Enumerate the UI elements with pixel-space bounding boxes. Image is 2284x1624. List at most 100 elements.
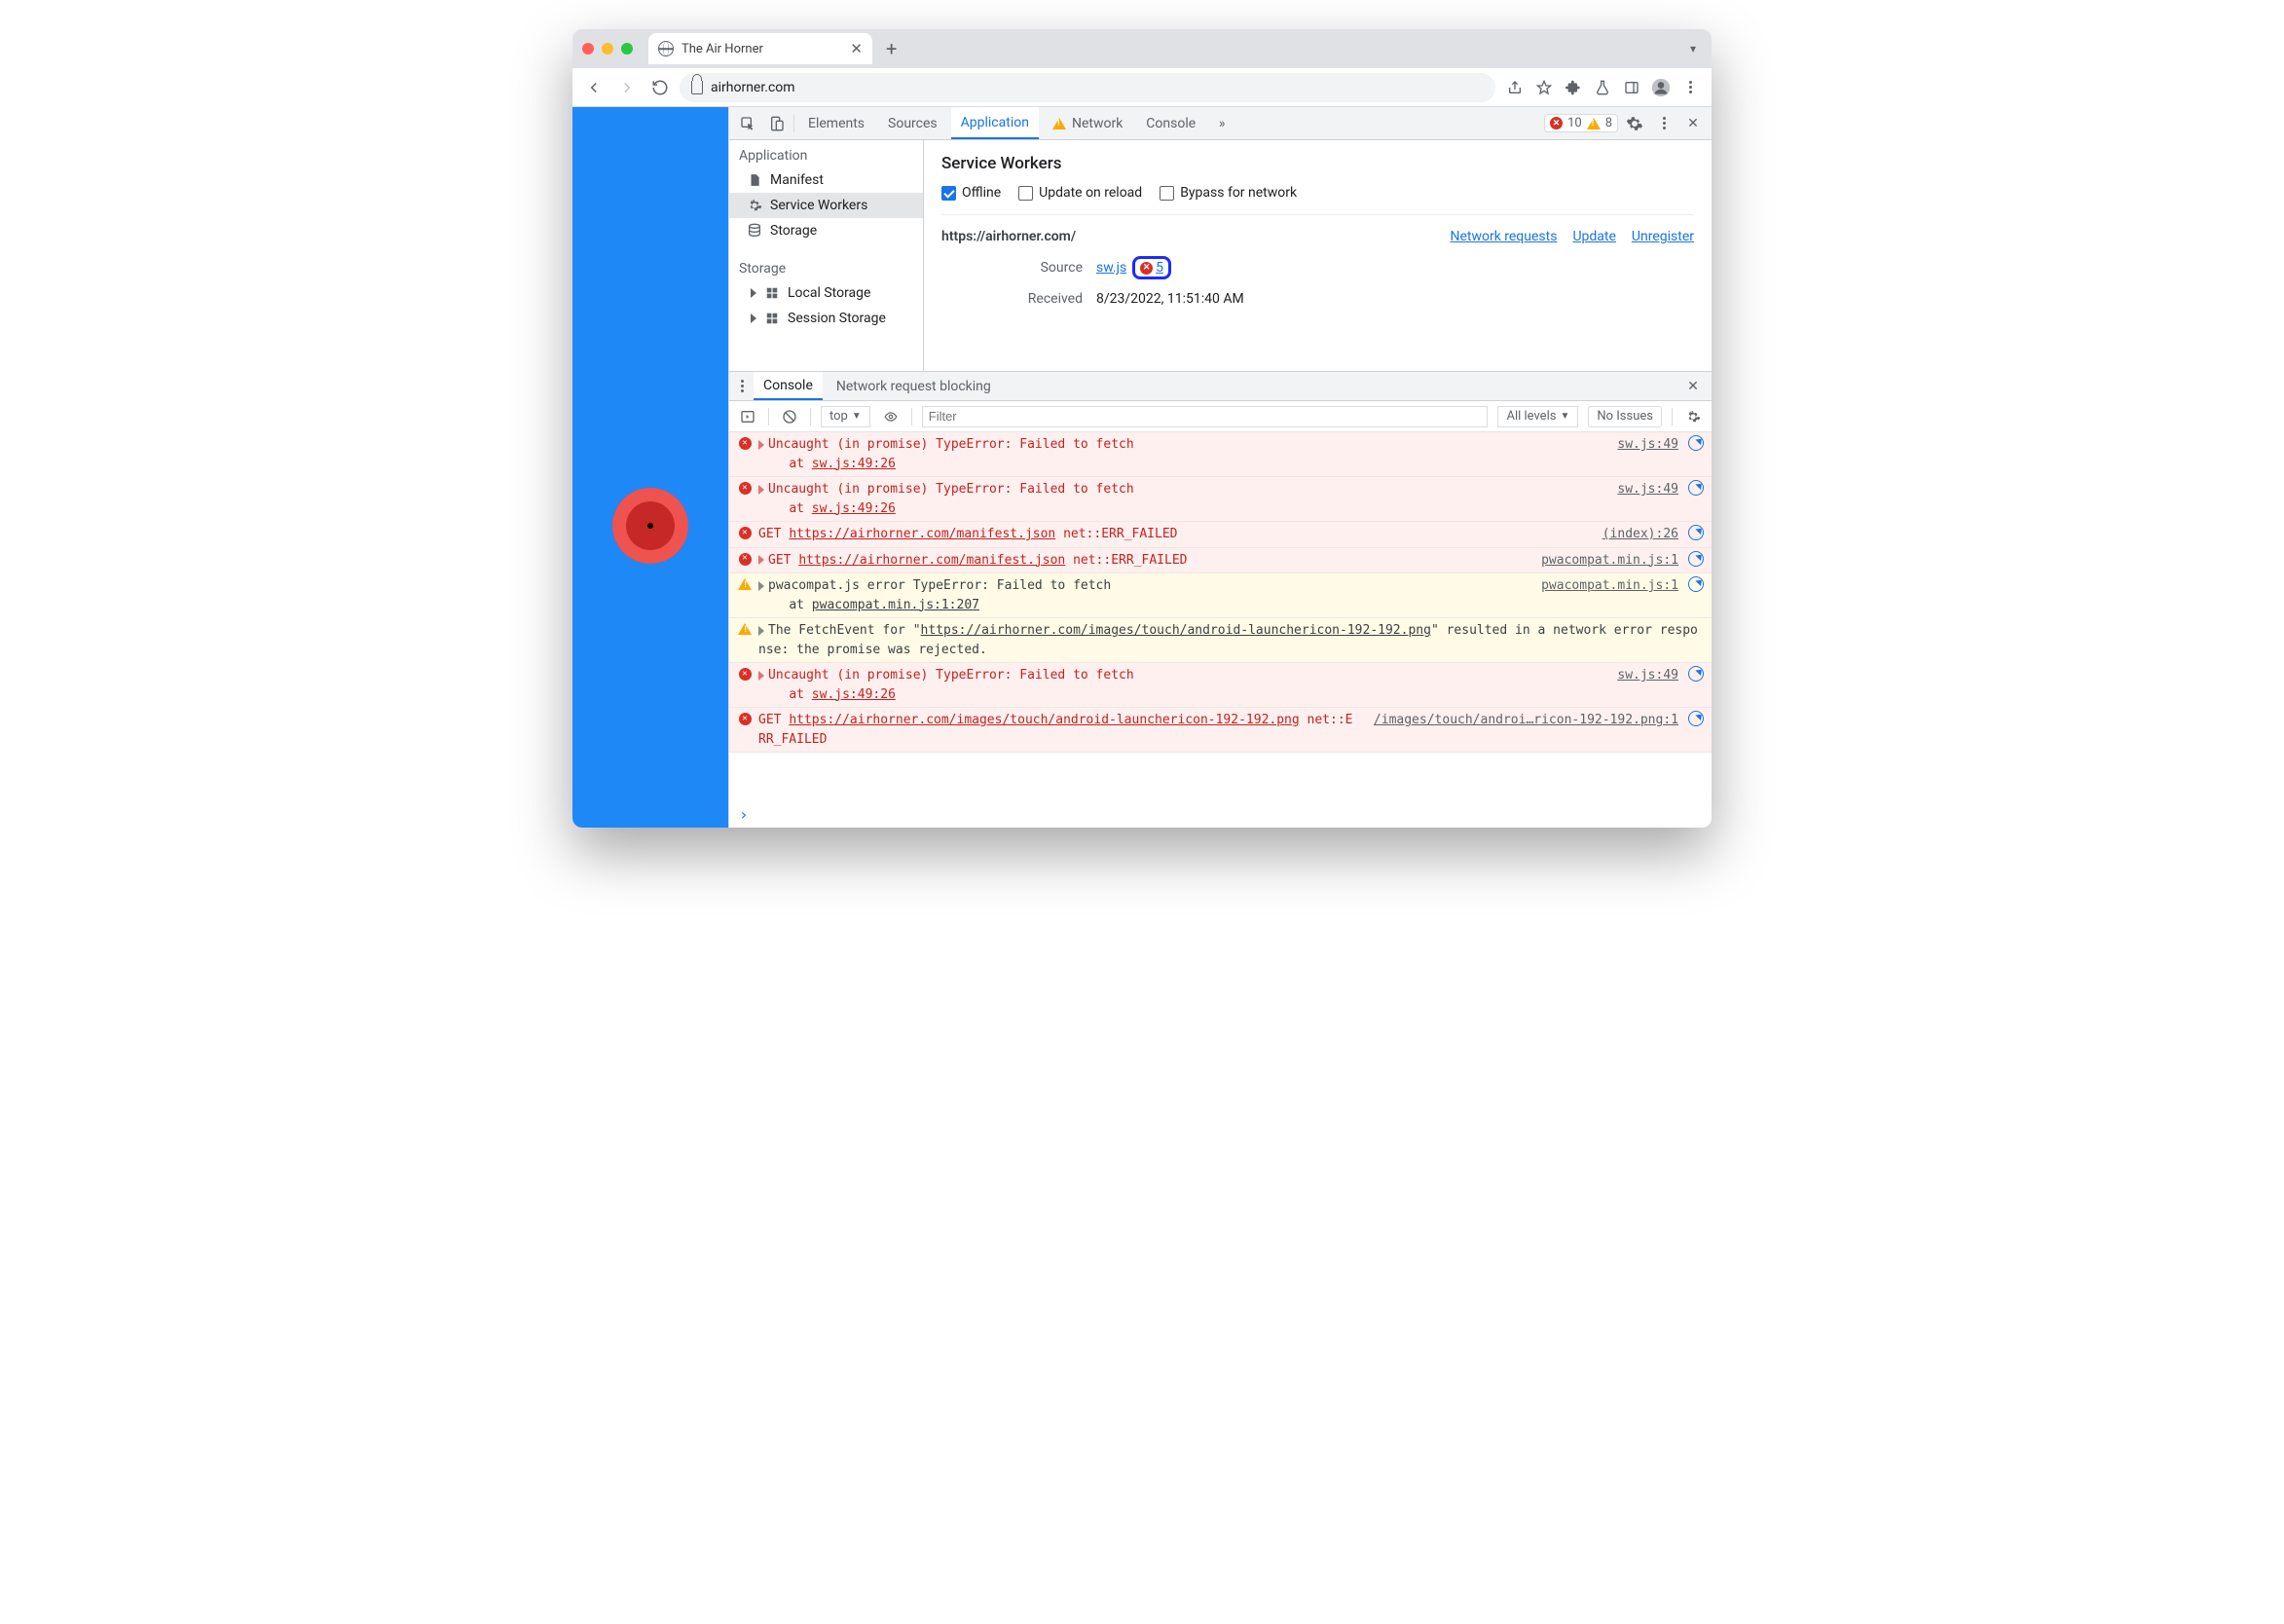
share-icon[interactable] <box>1501 74 1529 101</box>
profile-icon[interactable] <box>1647 74 1675 101</box>
issues-button[interactable]: No Issues <box>1588 406 1662 427</box>
network-requests-link[interactable]: Network requests <box>1450 229 1557 244</box>
source-link[interactable]: sw.js:49 <box>1617 435 1678 455</box>
sidebar-item-storage[interactable]: Storage <box>729 218 923 243</box>
gear-icon <box>747 198 762 213</box>
offline-checkbox[interactable]: Offline <box>941 185 1001 201</box>
sidebar-section-storage: Storage <box>729 253 923 280</box>
source-link[interactable]: pwacompat.min.js:1 <box>1541 551 1678 571</box>
unregister-link[interactable]: Unregister <box>1632 229 1694 244</box>
console-message: GET https://airhorner.com/manifest.json … <box>758 551 1528 571</box>
console-prompt[interactable]: › <box>729 801 1712 828</box>
menu-icon[interactable] <box>1676 74 1704 101</box>
maximize-window-button[interactable] <box>621 43 633 55</box>
close-tab-button[interactable]: ✕ <box>850 40 863 57</box>
close-drawer-icon[interactable]: ✕ <box>1680 374 1706 399</box>
link[interactable]: https://airhorner.com/images/touch/andro… <box>921 623 1431 638</box>
application-sidebar: Application Manifest Service Workers Sto… <box>729 140 924 371</box>
error-count-link[interactable]: 5 <box>1156 260 1163 276</box>
minimize-window-button[interactable] <box>602 43 613 55</box>
link[interactable]: https://airhorner.com/manifest.json <box>789 527 1055 541</box>
inspect-icon[interactable] <box>735 111 760 136</box>
reload-icon[interactable] <box>1688 480 1704 496</box>
clear-console-icon[interactable] <box>779 406 800 427</box>
link[interactable]: https://airhorner.com/images/touch/andro… <box>789 713 1299 727</box>
extensions-icon[interactable] <box>1560 74 1587 101</box>
more-tabs-icon[interactable]: » <box>1209 111 1234 136</box>
console-settings-icon[interactable] <box>1682 406 1704 427</box>
live-expression-icon[interactable] <box>880 406 902 427</box>
error-count: 10 <box>1567 116 1582 130</box>
levels-select[interactable]: All levels▼ <box>1497 406 1578 427</box>
address-bar[interactable]: airhorner.com <box>680 73 1495 102</box>
link[interactable]: sw.js:49:26 <box>812 457 896 471</box>
back-button[interactable] <box>580 74 608 101</box>
device-toggle-icon[interactable] <box>764 111 790 136</box>
console-toolbar: top▼ All levels▼ No Issues <box>729 401 1712 432</box>
source-link[interactable]: sw.js:49 <box>1617 480 1678 499</box>
new-tab-button[interactable]: + <box>878 37 904 60</box>
drawer-tab-blocking[interactable]: Network request blocking <box>827 372 1001 400</box>
browser-tab[interactable]: The Air Horner ✕ <box>648 33 872 64</box>
sidebar-item-service-workers[interactable]: Service Workers <box>729 193 923 218</box>
drawer-tab-console[interactable]: Console <box>754 372 823 400</box>
issues-counter[interactable]: ✕ 10 8 <box>1544 114 1618 132</box>
link[interactable]: https://airhorner.com/manifest.json <box>798 553 1065 568</box>
tab-elements[interactable]: Elements <box>798 107 874 139</box>
source-link[interactable]: (index):26 <box>1602 525 1678 544</box>
link[interactable]: pwacompat.min.js:1:207 <box>812 598 979 612</box>
console-message: Uncaught (in promise) TypeError: Failed … <box>758 666 1603 704</box>
gear-icon[interactable] <box>1622 111 1647 136</box>
tabs-dropdown-icon[interactable]: ▾ <box>1684 42 1702 55</box>
globe-icon <box>658 41 674 56</box>
reload-icon[interactable] <box>1688 525 1704 540</box>
source-link[interactable]: sw.js:49 <box>1617 666 1678 685</box>
devtools-drawer: Console Network request blocking ✕ top▼ <box>729 372 1712 828</box>
error-count-highlight[interactable]: ✕ 5 <box>1132 256 1171 279</box>
reload-button[interactable] <box>646 74 674 101</box>
devtools-menu-icon[interactable] <box>1651 111 1676 136</box>
air-horn-button[interactable] <box>612 488 688 564</box>
tab-network[interactable]: Network <box>1043 107 1132 139</box>
context-select[interactable]: top▼ <box>821 406 870 427</box>
sidebar-item-session-storage[interactable]: Session Storage <box>729 306 923 331</box>
link[interactable]: sw.js:49:26 <box>812 687 896 702</box>
bypass-network-checkbox[interactable]: Bypass for network <box>1160 185 1297 201</box>
reload-icon[interactable] <box>1688 435 1704 451</box>
close-window-button[interactable] <box>582 43 594 55</box>
labs-icon[interactable] <box>1589 74 1616 101</box>
source-link[interactable]: pwacompat.min.js:1 <box>1541 576 1678 596</box>
warning-icon <box>737 578 753 590</box>
sidebar-item-local-storage[interactable]: Local Storage <box>729 280 923 306</box>
error-icon: ✕ <box>737 437 753 450</box>
update-on-reload-checkbox[interactable]: Update on reload <box>1018 185 1142 201</box>
drawer-tabbar: Console Network request blocking ✕ <box>729 372 1712 401</box>
tab-application[interactable]: Application <box>951 107 1039 139</box>
sidepanel-icon[interactable] <box>1618 74 1645 101</box>
reload-icon[interactable] <box>1688 711 1704 726</box>
sidebar-toggle-icon[interactable] <box>737 406 758 427</box>
update-link[interactable]: Update <box>1572 229 1615 244</box>
drawer-menu-icon[interactable] <box>735 380 750 392</box>
forward-button[interactable] <box>613 74 641 101</box>
console-row: The FetchEvent for "https://airhorner.co… <box>729 618 1712 663</box>
source-link[interactable]: /images/touch/androi…ricon-192-192.png:1 <box>1374 711 1678 730</box>
sw-origin: https://airhorner.com/ <box>941 229 1076 244</box>
filter-input[interactable] <box>922 406 1489 427</box>
tab-console[interactable]: Console <box>1136 107 1205 139</box>
close-devtools-icon[interactable]: ✕ <box>1680 111 1706 136</box>
bookmark-icon[interactable] <box>1530 74 1558 101</box>
source-link[interactable]: sw.js <box>1096 260 1126 276</box>
link[interactable]: sw.js:49:26 <box>812 501 896 516</box>
content-area: Elements Sources Application Network Con… <box>572 107 1712 828</box>
service-workers-view: Service Workers Offline Update on reload <box>924 140 1712 371</box>
tab-sources[interactable]: Sources <box>878 107 947 139</box>
console-message: GET https://airhorner.com/manifest.json … <box>758 525 1589 544</box>
reload-icon[interactable] <box>1688 576 1704 592</box>
application-panel: Application Manifest Service Workers Sto… <box>729 140 1712 372</box>
source-label: Source <box>941 260 1083 276</box>
reload-icon[interactable] <box>1688 551 1704 567</box>
sidebar-item-manifest[interactable]: Manifest <box>729 167 923 193</box>
reload-icon[interactable] <box>1688 666 1704 682</box>
expand-icon <box>751 314 756 323</box>
